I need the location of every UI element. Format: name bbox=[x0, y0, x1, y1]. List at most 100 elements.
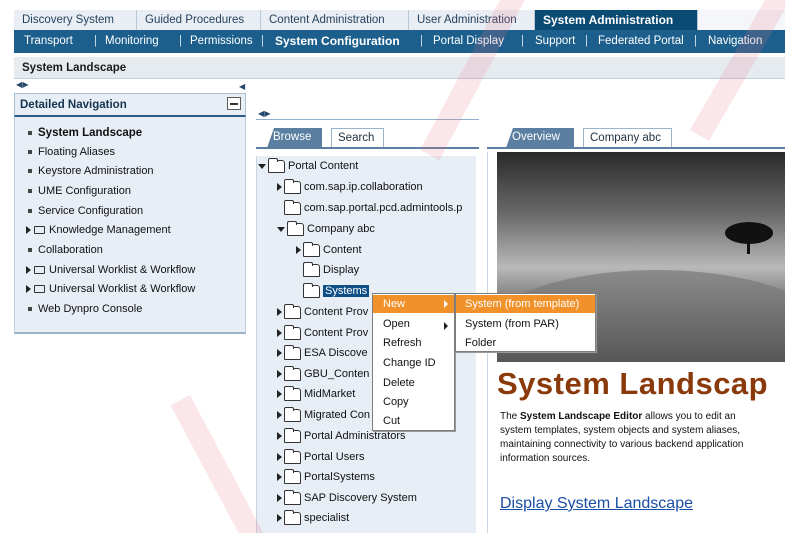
tab-overview[interactable]: Overview bbox=[506, 128, 574, 148]
separator: | bbox=[179, 35, 182, 47]
submenu-item-folder[interactable]: Folder bbox=[465, 337, 496, 349]
tab-discovery-system[interactable]: Discovery System bbox=[14, 10, 137, 30]
folder-icon bbox=[287, 220, 304, 236]
tree-node-label: com.sap.ip.collaboration bbox=[304, 181, 423, 193]
tree-node-label: Company abc bbox=[307, 223, 375, 235]
tree-node[interactable]: Portal Content bbox=[258, 157, 358, 174]
tree-node-label: Portal Administrators bbox=[304, 430, 406, 442]
tree-node[interactable]: MidMarket bbox=[277, 385, 355, 402]
folder-icon bbox=[284, 303, 301, 319]
menu-item-new[interactable]: New bbox=[373, 295, 454, 313]
expand-arrow-icon[interactable] bbox=[277, 329, 282, 338]
separator: | bbox=[261, 35, 264, 47]
subnav-federated-portal[interactable]: Federated Portal bbox=[598, 30, 684, 53]
menu-item-delete[interactable]: Delete bbox=[383, 377, 415, 389]
expand-arrow-icon[interactable] bbox=[277, 453, 282, 462]
subnav-monitoring[interactable]: Monitoring bbox=[105, 30, 159, 53]
folder-icon bbox=[284, 468, 301, 484]
tab-content-administration[interactable]: Content Administration bbox=[261, 10, 409, 30]
nav-item-service-configuration[interactable]: Service Configuration bbox=[28, 205, 143, 217]
nav-item-universal-worklist-1[interactable]: Universal Worklist & Workflow bbox=[26, 264, 195, 276]
nav-arrows-icon[interactable]: ◀ ▶ bbox=[258, 109, 270, 118]
subnav-permissions[interactable]: Permissions bbox=[190, 30, 253, 53]
collapse-arrow-icon[interactable] bbox=[277, 226, 285, 232]
subnav-transport[interactable]: Transport bbox=[24, 30, 73, 53]
nav-item-ume-configuration[interactable]: UME Configuration bbox=[28, 185, 131, 197]
expand-arrow-icon[interactable] bbox=[26, 266, 31, 275]
tab-search[interactable]: Search bbox=[331, 128, 384, 148]
tree-node[interactable]: Systems bbox=[296, 282, 370, 299]
nav-item-universal-worklist-2[interactable]: Universal Worklist & Workflow bbox=[26, 283, 195, 295]
separator: | bbox=[521, 35, 524, 47]
expand-arrow-icon[interactable] bbox=[296, 246, 301, 255]
nav-item-system-landscape[interactable]: System Landscape bbox=[28, 127, 142, 139]
subnav-navigation[interactable]: Navigation bbox=[708, 30, 762, 53]
tree-node-label: com.sap.portal.pcd.admintools.p bbox=[304, 202, 463, 214]
expand-arrow-icon[interactable] bbox=[277, 411, 282, 420]
expand-arrow-icon[interactable] bbox=[277, 432, 282, 441]
context-menu: New Open Refresh Change ID Delete Copy C… bbox=[372, 293, 455, 431]
expand-arrow-icon[interactable] bbox=[26, 285, 31, 294]
nav-item-knowledge-management[interactable]: Knowledge Management bbox=[26, 224, 171, 236]
nav-arrows-icon[interactable]: ◀ ▶ bbox=[16, 80, 28, 89]
tree-node[interactable]: Content bbox=[296, 241, 362, 258]
expand-arrow-icon[interactable] bbox=[277, 473, 282, 482]
nav-item-collaboration[interactable]: Collaboration bbox=[28, 244, 103, 256]
tree-node[interactable]: Content Prov bbox=[277, 303, 368, 320]
tree-node[interactable]: ESA Discove bbox=[277, 344, 368, 361]
folder-icon bbox=[303, 241, 320, 257]
tree-node[interactable]: specialist bbox=[277, 509, 349, 526]
folder-icon bbox=[268, 157, 285, 173]
folder-icon bbox=[303, 261, 320, 277]
tab-system-administration[interactable]: System Administration bbox=[535, 10, 698, 30]
expand-arrow-icon[interactable] bbox=[277, 308, 282, 317]
subnav-portal-display[interactable]: Portal Display bbox=[433, 30, 504, 53]
submenu-item-system-from-template[interactable]: System (from template) bbox=[456, 295, 595, 313]
expand-arrow-icon[interactable] bbox=[277, 370, 282, 379]
menu-item-copy[interactable]: Copy bbox=[383, 396, 409, 408]
tree-node[interactable]: Migrated Con bbox=[277, 406, 370, 423]
menu-item-refresh[interactable]: Refresh bbox=[383, 337, 422, 349]
nav-item-web-dynpro-console[interactable]: Web Dynpro Console bbox=[28, 303, 142, 315]
tab-company-abc[interactable]: Company abc bbox=[583, 128, 672, 148]
folder-icon bbox=[284, 448, 301, 464]
tab-guided-procedures[interactable]: Guided Procedures bbox=[137, 10, 261, 30]
bullet-icon bbox=[28, 130, 32, 135]
expand-arrow-icon[interactable] bbox=[277, 183, 282, 192]
tree-node[interactable]: GBU_Conten bbox=[277, 365, 369, 382]
nav-item-floating-aliases[interactable]: Floating Aliases bbox=[28, 146, 115, 158]
tab-user-administration[interactable]: User Administration bbox=[409, 10, 535, 30]
subnav-system-configuration[interactable]: System Configuration bbox=[275, 30, 400, 53]
tree-trunk bbox=[747, 240, 750, 254]
expand-arrow-icon[interactable] bbox=[277, 349, 282, 358]
expand-arrow-icon[interactable] bbox=[277, 494, 282, 503]
minimize-icon[interactable] bbox=[227, 97, 241, 110]
tree-node[interactable]: PortalSystems bbox=[277, 468, 375, 485]
subnav-support[interactable]: Support bbox=[535, 30, 575, 53]
collapse-arrow-icon[interactable] bbox=[258, 163, 266, 169]
bullet-icon bbox=[28, 150, 32, 155]
nav-item-keystore-administration[interactable]: Keystore Administration bbox=[28, 165, 154, 177]
display-system-landscape-link[interactable]: Display System Landscape bbox=[500, 495, 693, 513]
bullet-icon bbox=[28, 307, 32, 312]
expand-arrow-icon[interactable] bbox=[277, 390, 282, 399]
tab-browse[interactable]: Browse bbox=[267, 128, 322, 148]
folder-icon bbox=[284, 365, 301, 381]
collapse-left-icon[interactable]: ◀ bbox=[239, 82, 245, 91]
bullet-icon bbox=[28, 189, 32, 194]
submenu-item-system-from-par[interactable]: System (from PAR) bbox=[465, 318, 559, 330]
tree-node[interactable]: Portal Users bbox=[277, 448, 365, 465]
separator: | bbox=[694, 35, 697, 47]
expand-arrow-icon[interactable] bbox=[277, 514, 282, 523]
tree-node[interactable]: Display bbox=[296, 261, 359, 278]
menu-item-open[interactable]: Open bbox=[383, 318, 410, 330]
tree-node[interactable]: com.sap.ip.collaboration bbox=[277, 178, 423, 195]
tree-node[interactable]: SAP Discovery System bbox=[277, 489, 417, 506]
secondary-navigation: Transport | Monitoring | Permissions | S… bbox=[14, 30, 785, 53]
tree-node[interactable]: Company abc bbox=[277, 220, 375, 237]
expand-arrow-icon[interactable] bbox=[26, 226, 31, 235]
tree-node[interactable]: com.sap.portal.pcd.admintools.p bbox=[277, 199, 463, 216]
menu-item-change-id[interactable]: Change ID bbox=[383, 357, 436, 369]
tree-node[interactable]: Content Prov bbox=[277, 324, 368, 341]
menu-item-cut[interactable]: Cut bbox=[383, 415, 400, 427]
